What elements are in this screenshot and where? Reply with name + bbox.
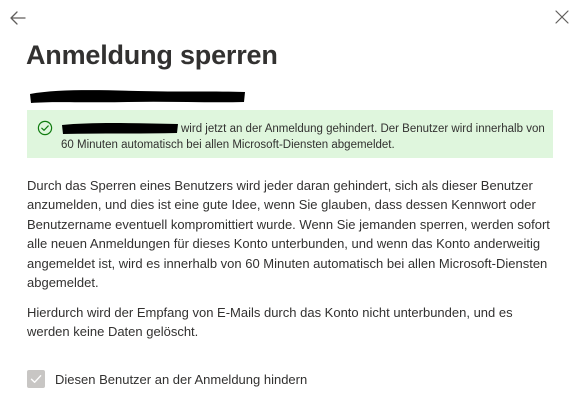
checkbox-label: Diesen Benutzer an der Anmeldung hindern [55, 371, 308, 387]
close-button[interactable] [553, 8, 571, 26]
notice-text: wird jetzt an der Anmeldung gehindert. D… [61, 123, 545, 151]
info-paragraph: Hierdurch wird der Empfang von E-Mails d… [27, 305, 513, 340]
back-button[interactable] [8, 8, 28, 28]
checkmark-circle-icon [37, 120, 53, 136]
panel-title: Anmeldung sperren [26, 40, 278, 70]
description-paragraph: Durch das Sperren eines Benutzers wird j… [27, 178, 550, 291]
success-notice: wird jetzt an der Anmeldung gehindert. D… [27, 110, 553, 158]
checkmark-icon [30, 375, 42, 383]
block-signin-option[interactable]: Diesen Benutzer an der Anmeldung hindern [27, 369, 307, 389]
block-signin-checkbox[interactable] [27, 370, 45, 388]
redacted-user-name [30, 90, 245, 103]
back-arrow-icon [10, 11, 26, 25]
close-icon [555, 10, 569, 24]
